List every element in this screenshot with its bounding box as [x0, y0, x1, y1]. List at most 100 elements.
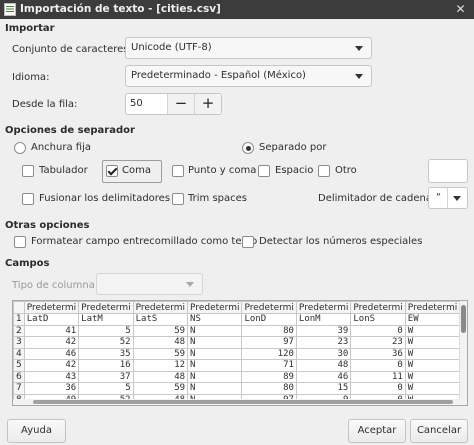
- accept-button[interactable]: Aceptar: [348, 419, 406, 443]
- column-type-header[interactable]: Predetermi: [78, 301, 134, 314]
- table-cell: 11: [350, 370, 406, 383]
- table-cell: 39: [295, 324, 352, 337]
- column-type-header[interactable]: Predetermi: [404, 301, 461, 314]
- table-cell: N: [187, 382, 243, 395]
- table-cell: 59: [132, 382, 189, 395]
- detect-special-numbers-checkbox[interactable]: [242, 236, 254, 248]
- other-checkbox[interactable]: [318, 165, 330, 177]
- string-delimiter-value: ": [436, 192, 441, 203]
- table-cell: N: [187, 324, 243, 337]
- table-cell: 23: [295, 336, 352, 349]
- separated-by-label: Separado por: [259, 142, 327, 153]
- table-cell: 42: [23, 359, 80, 372]
- language-label: Idioma:: [12, 72, 50, 83]
- other-separator-input[interactable]: [428, 159, 468, 183]
- table-cell: 59: [132, 324, 189, 337]
- table-cell: LatM: [78, 313, 134, 326]
- table-cell: 43: [23, 370, 80, 383]
- fixed-width-radio[interactable]: [14, 142, 26, 154]
- from-row-input[interactable]: 50: [126, 94, 167, 114]
- column-type-dropdown[interactable]: [96, 273, 203, 295]
- table-cell: 35: [78, 347, 134, 360]
- spreadsheet-icon: [4, 3, 16, 16]
- table-cell: 59: [132, 347, 189, 360]
- table-cell: 80: [241, 382, 297, 395]
- table-cell: 0: [350, 324, 406, 337]
- help-button[interactable]: Ayuda: [7, 419, 66, 443]
- comma-checkbox[interactable]: [106, 165, 118, 177]
- separator-section-header: Opciones de separador: [5, 125, 135, 136]
- language-dropdown[interactable]: Predeterminado - Español (México): [125, 65, 372, 87]
- quoted-as-text-checkbox[interactable]: [14, 236, 26, 248]
- language-value: Predeterminado - Español (México): [131, 70, 306, 81]
- column-type-header[interactable]: Predetermi: [295, 301, 352, 314]
- column-type-header[interactable]: Predetermi: [350, 301, 406, 314]
- table-cell: 46: [295, 370, 352, 383]
- table-cell: LatD: [23, 313, 80, 326]
- column-type-header[interactable]: Predetermi: [241, 301, 297, 314]
- column-type-header[interactable]: Predetermi: [23, 301, 80, 314]
- table-cell: 80: [241, 324, 297, 337]
- fixed-width-label: Anchura fija: [31, 142, 91, 153]
- charset-value: Unicode (UTF-8): [131, 42, 212, 53]
- column-type-header[interactable]: Predetermi: [187, 301, 243, 314]
- other-label: Otro: [335, 165, 357, 176]
- table-cell: W: [404, 347, 461, 360]
- import-section-header: Importar: [5, 23, 55, 34]
- table-row[interactable]: 241559N80390WYoungstown: [13, 324, 467, 337]
- comma-label: Coma: [122, 165, 151, 176]
- scroll-thumb[interactable]: [461, 305, 466, 333]
- table-row[interactable]: 3425248N972323WYankton: [13, 336, 467, 349]
- table-cell: 23: [350, 336, 406, 349]
- increment-button[interactable]: +: [194, 94, 221, 114]
- quoted-as-text-label: Formatear campo entrecomillado como text…: [31, 236, 258, 247]
- from-row-label: Desde la fila:: [12, 99, 78, 110]
- table-cell: 97: [241, 336, 297, 349]
- separated-by-radio[interactable]: [242, 142, 254, 154]
- horizontal-scrollbar[interactable]: [13, 399, 461, 405]
- chevron-down-icon: [186, 282, 194, 287]
- space-label: Espacio: [275, 165, 314, 176]
- scroll-thumb[interactable]: [33, 400, 453, 404]
- close-icon[interactable]: ✕: [453, 2, 468, 17]
- string-delimiter-dropdown[interactable]: ": [428, 187, 468, 209]
- table-cell: 16: [78, 359, 134, 372]
- table-cell: 41: [23, 324, 80, 337]
- space-checkbox[interactable]: [258, 165, 270, 177]
- tab-label: Tabulador: [39, 165, 88, 176]
- chevron-down-icon: [355, 74, 363, 79]
- tab-checkbox[interactable]: [22, 165, 34, 177]
- table-cell: 36: [350, 347, 406, 360]
- trim-spaces-checkbox[interactable]: [172, 193, 184, 205]
- semicolon-checkbox[interactable]: [172, 165, 184, 177]
- table-cell: 12: [132, 359, 189, 372]
- table-cell: 5: [78, 324, 134, 337]
- charset-dropdown[interactable]: Unicode (UTF-8): [125, 37, 372, 59]
- table-cell: 0: [350, 382, 406, 395]
- cancel-button[interactable]: Cancelar: [410, 419, 468, 443]
- preview-table: Predetermi Predetermi Predetermi Predetermi…: [13, 301, 467, 405]
- table-row[interactable]: 736559N80150WWinston-Salem: [13, 382, 467, 395]
- row-number: 5: [13, 359, 25, 372]
- chevron-down-icon: [453, 196, 461, 201]
- decrement-button[interactable]: −: [167, 94, 194, 114]
- column-type-header[interactable]: Predetermi: [132, 301, 189, 314]
- table-cell: LonM: [295, 313, 352, 326]
- column-type-label: Tipo de columna:: [12, 280, 99, 291]
- merge-delimiters-checkbox[interactable]: [22, 193, 34, 205]
- table-cell: W: [404, 370, 461, 383]
- table-cell: N: [187, 370, 243, 383]
- table-cell: 48: [132, 370, 189, 383]
- table-row[interactable]: 6433748N894611WWisconsin Dells: [13, 370, 467, 383]
- table-cell: 36: [23, 382, 80, 395]
- row-number: 6: [13, 370, 25, 383]
- preview-grid[interactable]: Predetermi Predetermi Predetermi Predetermi…: [12, 300, 468, 406]
- table-cell: 42: [23, 336, 80, 349]
- table-row[interactable]: 5421612N71480WWorcester: [13, 359, 467, 372]
- from-row-stepper[interactable]: 50 − +: [125, 93, 222, 115]
- table-row[interactable]: 1LatDLatMLatSNSLonDLonMLonSEWCity: [13, 313, 467, 326]
- table-cell: NS: [187, 313, 243, 326]
- vertical-scrollbar[interactable]: [459, 301, 467, 405]
- table-cell: 89: [241, 370, 297, 383]
- table-row[interactable]: 4463559N1203036WYakima: [13, 347, 467, 360]
